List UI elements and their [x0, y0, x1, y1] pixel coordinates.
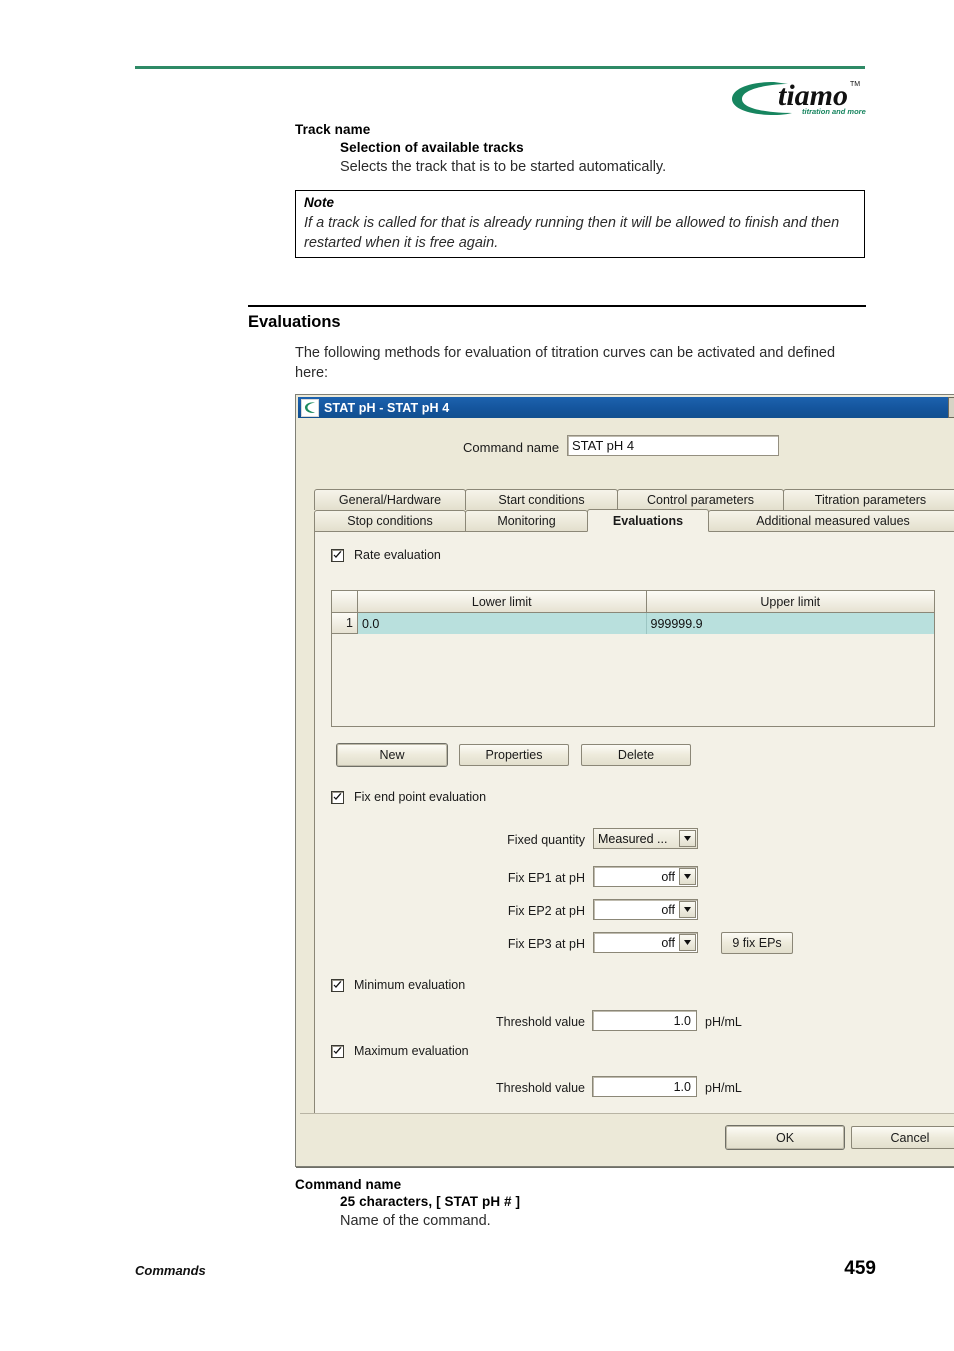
tab-monitoring[interactable]: Monitoring	[465, 510, 588, 531]
command-name-doc-description: Name of the command.	[340, 1213, 491, 1229]
checkbox-checked-icon[interactable]	[331, 978, 344, 992]
evaluations-tab-panel: Rate evaluation Lower limit Upper limit …	[314, 531, 954, 1114]
rate-evaluation-table[interactable]: Lower limit Upper limit 1 0.0 999999.9	[331, 590, 935, 727]
page-title: Evaluations	[248, 313, 341, 331]
tab-row-2: Stop conditions Monitoring Evaluations Addi…	[314, 509, 954, 532]
maximum-evaluation-label: Maximum evaluation	[354, 1044, 469, 1058]
tab-stop-conditions[interactable]: Stop conditions	[314, 510, 466, 531]
checkbox-checked-icon[interactable]	[331, 1044, 344, 1058]
maximum-evaluation-checkbox-row[interactable]: Maximum evaluation	[331, 1044, 469, 1058]
section-rule	[248, 305, 866, 307]
dialog-titlebar[interactable]: STAT pH - STAT pH 4 ✕	[298, 397, 954, 418]
chevron-down-icon[interactable]	[679, 830, 696, 847]
minimum-threshold-label: Threshold value	[496, 1015, 585, 1029]
section-paragraph: The following methods for evaluation of …	[295, 345, 836, 381]
chevron-down-icon[interactable]	[679, 934, 696, 951]
svg-text:TM: TM	[850, 81, 860, 88]
checkbox-checked-icon[interactable]	[331, 790, 344, 804]
properties-button[interactable]: Properties	[459, 744, 569, 766]
track-name-description: Selects the track that is to be started …	[340, 159, 667, 175]
fix-end-point-checkbox-row[interactable]: Fix end point evaluation	[331, 790, 486, 804]
tab-row-1: General/Hardware Start conditions Control …	[314, 489, 954, 510]
footer-chapter: Commands	[135, 1263, 206, 1278]
dialog-body: Command name STAT pH 4 General/Hardware S…	[298, 418, 954, 1164]
fix-ep2-label: Fix EP2 at pH	[507, 904, 585, 918]
fixed-quantity-label: Fixed quantity	[507, 833, 585, 847]
cell-lower-limit[interactable]: 0.0	[358, 613, 647, 634]
fix-ep3-value: off	[661, 935, 675, 950]
tab-evaluations[interactable]: Evaluations	[587, 509, 709, 532]
chevron-down-icon[interactable]	[679, 868, 696, 885]
fix-eps-button[interactable]: 9 fix EPs	[721, 932, 793, 954]
rate-evaluation-label: Rate evaluation	[354, 548, 441, 562]
command-name-input[interactable]: STAT pH 4	[567, 435, 779, 456]
fix-ep1-dropdown[interactable]: off	[593, 866, 698, 887]
tab-additional-measured-values[interactable]: Additional measured values	[708, 510, 954, 531]
track-name-subheading: Selection of available tracks	[340, 140, 524, 155]
note-title: Note	[304, 195, 334, 210]
minimum-threshold-input[interactable]: 1.0	[592, 1010, 697, 1031]
table-corner-cell	[332, 591, 358, 613]
fix-ep1-label: Fix EP1 at pH	[507, 871, 585, 885]
fix-ep2-value: off	[661, 902, 675, 917]
chevron-down-icon[interactable]	[679, 901, 696, 918]
document-page: tiamo TM titration and more Track name S…	[0, 0, 954, 1351]
cell-upper-limit[interactable]: 999999.9	[647, 613, 935, 634]
tab-start-conditions[interactable]: Start conditions	[465, 489, 618, 510]
maximum-threshold-label: Threshold value	[496, 1081, 585, 1095]
command-name-doc-heading: Command name	[295, 1177, 402, 1192]
fix-ep1-value: off	[661, 869, 675, 884]
rate-evaluation-checkbox-row[interactable]: Rate evaluation	[331, 548, 441, 562]
stat-ph-dialog: STAT pH - STAT pH 4 ✕ Command name STAT …	[295, 394, 954, 1167]
fix-ep3-label: Fix EP3 at pH	[507, 937, 585, 951]
grid-button-row: New Properties Delete	[337, 744, 691, 766]
minimum-evaluation-checkbox-row[interactable]: Minimum evaluation	[331, 978, 465, 992]
tab-titration-parameters[interactable]: Titration parameters	[783, 489, 954, 510]
track-name-heading: Track name	[295, 122, 371, 137]
note-box: Note If a track is called for that is al…	[295, 190, 865, 258]
column-header-upper-limit[interactable]: Upper limit	[646, 591, 934, 613]
fix-ep3-dropdown[interactable]: off	[593, 932, 698, 953]
tab-strip: General/Hardware Start conditions Control …	[314, 489, 954, 532]
header-rule	[135, 66, 865, 69]
checkbox-checked-icon[interactable]	[331, 548, 344, 562]
column-header-lower-limit[interactable]: Lower limit	[358, 591, 647, 613]
ok-button[interactable]: OK	[726, 1126, 844, 1149]
note-body: If a track is called for that is already…	[304, 215, 840, 251]
maximum-threshold-input[interactable]: 1.0	[592, 1076, 697, 1097]
close-icon[interactable]: ✕	[948, 397, 954, 418]
delete-button[interactable]: Delete	[581, 744, 691, 766]
fix-end-point-label: Fix end point evaluation	[354, 790, 487, 804]
tab-control-parameters[interactable]: Control parameters	[617, 489, 784, 510]
svg-text:titration and more: titration and more	[802, 107, 866, 116]
row-index: 1	[332, 613, 358, 634]
cancel-button[interactable]: Cancel	[851, 1126, 954, 1149]
tiamo-crescent-icon	[301, 398, 319, 417]
command-name-doc-subheading: 25 characters, [ STAT pH # ]	[340, 1194, 521, 1209]
table-row[interactable]: 1 0.0 999999.9	[332, 613, 934, 634]
dialog-title: STAT pH - STAT pH 4	[324, 400, 450, 415]
table-header-row: Lower limit Upper limit	[332, 591, 934, 613]
fix-ep2-dropdown[interactable]: off	[593, 899, 698, 920]
footer-page-number: 459	[844, 1258, 876, 1279]
dialog-footer: OK Cancel	[300, 1113, 954, 1162]
tab-general-hardware[interactable]: General/Hardware	[314, 489, 466, 510]
fixed-quantity-value: Measured ...	[598, 831, 668, 846]
minimum-threshold-unit: pH/mL	[705, 1015, 742, 1029]
minimum-evaluation-label: Minimum evaluation	[354, 978, 466, 992]
fixed-quantity-dropdown[interactable]: Measured ...	[593, 828, 698, 849]
tiamo-logo: tiamo TM titration and more	[730, 72, 870, 120]
maximum-threshold-unit: pH/mL	[705, 1081, 742, 1095]
new-button[interactable]: New	[337, 744, 447, 766]
command-name-label: Command name	[463, 440, 560, 455]
